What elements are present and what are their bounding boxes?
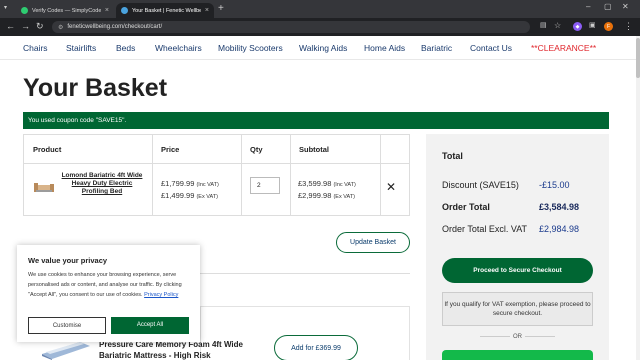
close-tab-icon[interactable]: ×	[205, 7, 209, 14]
alternative-checkout-button[interactable]	[442, 350, 593, 360]
accept-all-button[interactable]: Accept All	[111, 317, 189, 334]
browser-toolbar: ← → ↻ ⚙ feneticwellbeing.com/checkout/ca…	[0, 18, 640, 36]
order-summary: Total Discount (SAVE15) -£15.00 Order To…	[426, 134, 609, 360]
nav-beds[interactable]: Beds	[116, 43, 135, 53]
new-tab-icon[interactable]: +	[218, 3, 224, 14]
reload-icon[interactable]: ↻	[36, 21, 44, 32]
extensions-puzzle-icon[interactable]: ▣	[589, 21, 596, 29]
tab-title: Your Basket | Fenetic Wellbeing	[132, 7, 201, 14]
profile-avatar[interactable]: F	[604, 22, 613, 31]
nav-mobility-scooters[interactable]: Mobility Scooters	[218, 43, 283, 53]
cookie-body: We use cookies to enhance your browsing …	[28, 272, 182, 298]
back-icon[interactable]: ←	[6, 21, 15, 31]
maximize-icon[interactable]: ▢	[604, 2, 612, 11]
vat-exemption-note: If you qualify for VAT exemption, please…	[442, 292, 593, 326]
header-product: Product	[33, 145, 62, 154]
close-window-icon[interactable]: ✕	[622, 2, 629, 11]
upsell-product-title: Pressure Care Memory Foam 4ft Wide Baria…	[99, 340, 243, 360]
divider	[200, 273, 410, 274]
nav-stairlifts[interactable]: Stairlifts	[66, 43, 96, 53]
address-bar[interactable]: ⚙ feneticwellbeing.com/checkout/cart/	[52, 21, 530, 33]
customise-button[interactable]: Customise	[28, 317, 106, 334]
order-total-label: Order Total	[442, 202, 490, 212]
nav-bariatric[interactable]: Bariatric	[421, 43, 452, 53]
favicon-icon	[21, 7, 28, 14]
favicon-icon	[121, 7, 128, 14]
or-separator: OR	[442, 334, 593, 340]
basket-table: Product Price Qty Subtotal Lomond Bariat…	[23, 134, 410, 216]
quantity-input[interactable]: 2	[250, 177, 280, 194]
page-scrollbar[interactable]	[636, 36, 640, 360]
mattress-thumbnail[interactable]	[40, 340, 92, 360]
product-thumbnail[interactable]	[33, 182, 55, 194]
url-text: feneticwellbeing.com/checkout/cart/	[67, 24, 163, 30]
minimize-icon[interactable]: –	[586, 2, 590, 11]
tab-verify-codes[interactable]: Verify Codes — SimplyCodes ×	[16, 3, 114, 18]
tab-your-basket[interactable]: Your Basket | Fenetic Wellbeing ×	[116, 3, 214, 18]
tab-search-icon[interactable]: ▾	[4, 4, 7, 11]
excl-vat-value: £2,984.98	[539, 224, 580, 234]
scrollbar-thumb[interactable]	[636, 38, 640, 78]
price-ex-vat: £1,499.99 (Ex VAT)	[161, 191, 218, 200]
tab-title: Verify Codes — SimplyCodes	[32, 7, 101, 14]
nav-chairs[interactable]: Chairs	[23, 43, 48, 53]
nav-wheelchairs[interactable]: Wheelchairs	[155, 43, 202, 53]
forward-icon[interactable]: →	[21, 21, 30, 31]
header-price: Price	[161, 145, 180, 154]
discount-value: -£15.00	[539, 180, 570, 190]
subtotal-inc-vat: £3,599.98 (Inc VAT)	[298, 179, 356, 188]
nav-home-aids[interactable]: Home Aids	[364, 43, 405, 53]
header-subtotal: Subtotal	[299, 145, 329, 154]
excl-vat-label: Order Total Excl. VAT	[442, 224, 528, 234]
cookie-title: We value your privacy	[28, 256, 108, 265]
nav-clearance[interactable]: **CLEARANCE**	[531, 43, 596, 53]
coupon-success-message: You used coupon code "SAVE15".	[23, 112, 609, 129]
price-inc-vat: £1,799.99 (Inc VAT)	[161, 179, 219, 188]
translate-icon[interactable]: ▤	[540, 21, 547, 29]
add-upsell-button[interactable]: Add for £369.99	[274, 335, 358, 360]
update-basket-button[interactable]: Update Basket	[336, 232, 410, 253]
site-info-icon[interactable]: ⚙	[58, 24, 63, 31]
privacy-policy-link[interactable]: Privacy Policy	[144, 292, 178, 298]
order-total-value: £3,584.98	[539, 202, 580, 212]
cookie-consent-banner: We value your privacy We use cookies to …	[17, 245, 200, 342]
extension-icon[interactable]: ◆	[573, 22, 582, 31]
summary-heading: Total	[442, 151, 463, 161]
bookmark-star-icon[interactable]: ☆	[554, 21, 561, 30]
browser-tab-bar: ▾ Verify Codes — SimplyCodes × Your Bask…	[0, 0, 640, 18]
product-name-link[interactable]: Lomond Bariatric 4ft Wide Heavy Duty Ele…	[60, 172, 144, 196]
secure-checkout-button[interactable]: Proceed to Secure Checkout	[442, 258, 593, 283]
remove-item-icon[interactable]: ✕	[386, 180, 396, 194]
site-navigation: Chairs Stairlifts Beds Wheelchairs Mobil…	[0, 36, 640, 60]
discount-label: Discount (SAVE15)	[442, 180, 519, 190]
page-title: Your Basket	[23, 74, 168, 102]
nav-walking-aids[interactable]: Walking Aids	[299, 43, 347, 53]
header-qty: Qty	[250, 145, 263, 154]
nav-contact-us[interactable]: Contact Us	[470, 43, 512, 53]
subtotal-ex-vat: £2,999.98 (Ex VAT)	[298, 191, 355, 200]
close-tab-icon[interactable]: ×	[105, 7, 109, 14]
browser-menu-icon[interactable]: ⋮	[624, 21, 633, 32]
